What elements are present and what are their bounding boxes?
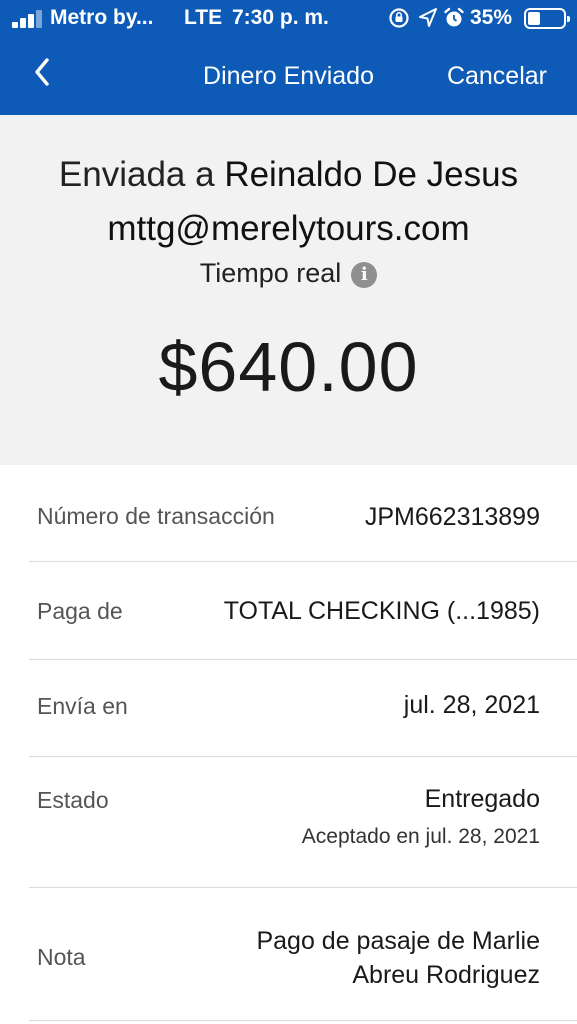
note-value: Pago de pasaje de Marlie Abreu Rodriguez	[220, 924, 540, 992]
delivery-speed: Tiempo real i	[0, 258, 577, 289]
status-time: 7:30 p. m.	[232, 6, 329, 29]
note-line: Abreu Rodriguez	[352, 961, 540, 989]
detail-label: Paga de	[37, 598, 123, 624]
note-line: Pago de pasaje de Marlie	[256, 927, 540, 955]
status-accepted-date: Aceptado en jul. 28, 2021	[301, 825, 540, 848]
network-type: LTE	[184, 6, 223, 29]
alarm-icon	[444, 7, 464, 27]
carrier-name: Metro by...	[50, 6, 154, 29]
recipient-email: mttg@merelytours.com	[107, 209, 470, 248]
detail-row-paid-from: Paga de TOTAL CHECKING (...1985)	[29, 562, 577, 660]
payment-summary: Enviada a Reinaldo De Jesus mttg@merelyt…	[0, 115, 577, 465]
detail-label: Envía en	[37, 693, 128, 719]
detail-value: JPM662313899	[364, 503, 540, 531]
battery-fill	[528, 12, 540, 25]
detail-row-note: Nota Pago de pasaje de Marlie Abreu Rodr…	[29, 888, 577, 1021]
screen-rotation-lock-icon	[389, 8, 409, 28]
detail-value: TOTAL CHECKING (...1985)	[223, 597, 540, 625]
recipient-name: Reinaldo De Jesus	[224, 155, 519, 194]
app-header: Metro by... LTE 7:30 p. m. 35% Dinero En…	[0, 0, 577, 115]
battery-percent: 35%	[470, 6, 513, 29]
detail-row-status: Estado Entregado Aceptado en jul. 28, 20…	[29, 757, 577, 888]
detail-value: jul. 28, 2021	[403, 691, 540, 719]
detail-row-send-date: Envía en jul. 28, 2021	[29, 660, 577, 757]
sent-to-prefix: Enviada a	[58, 155, 215, 194]
status-value: Entregado	[424, 785, 540, 813]
info-icon[interactable]: i	[351, 262, 378, 288]
detail-label: Número de transacción	[37, 503, 275, 529]
amount: $640.00	[158, 328, 419, 406]
detail-label: Estado	[37, 787, 109, 813]
signal-icon	[12, 10, 46, 28]
status-bar: Metro by... LTE 7:30 p. m. 35%	[0, 0, 577, 38]
detail-label: Nota	[37, 944, 86, 970]
recipient-line: Enviada a Reinaldo De Jesus	[0, 155, 577, 195]
location-arrow-icon	[419, 8, 437, 27]
nav-bar: Dinero Enviado Cancelar	[0, 42, 577, 112]
battery-icon	[524, 8, 570, 29]
detail-row-transaction-number: Número de transacción JPM662313899	[29, 465, 577, 562]
delivery-speed-label: Tiempo real	[199, 258, 342, 288]
system-icons	[388, 7, 470, 31]
cancel-button[interactable]: Cancelar	[447, 62, 547, 91]
